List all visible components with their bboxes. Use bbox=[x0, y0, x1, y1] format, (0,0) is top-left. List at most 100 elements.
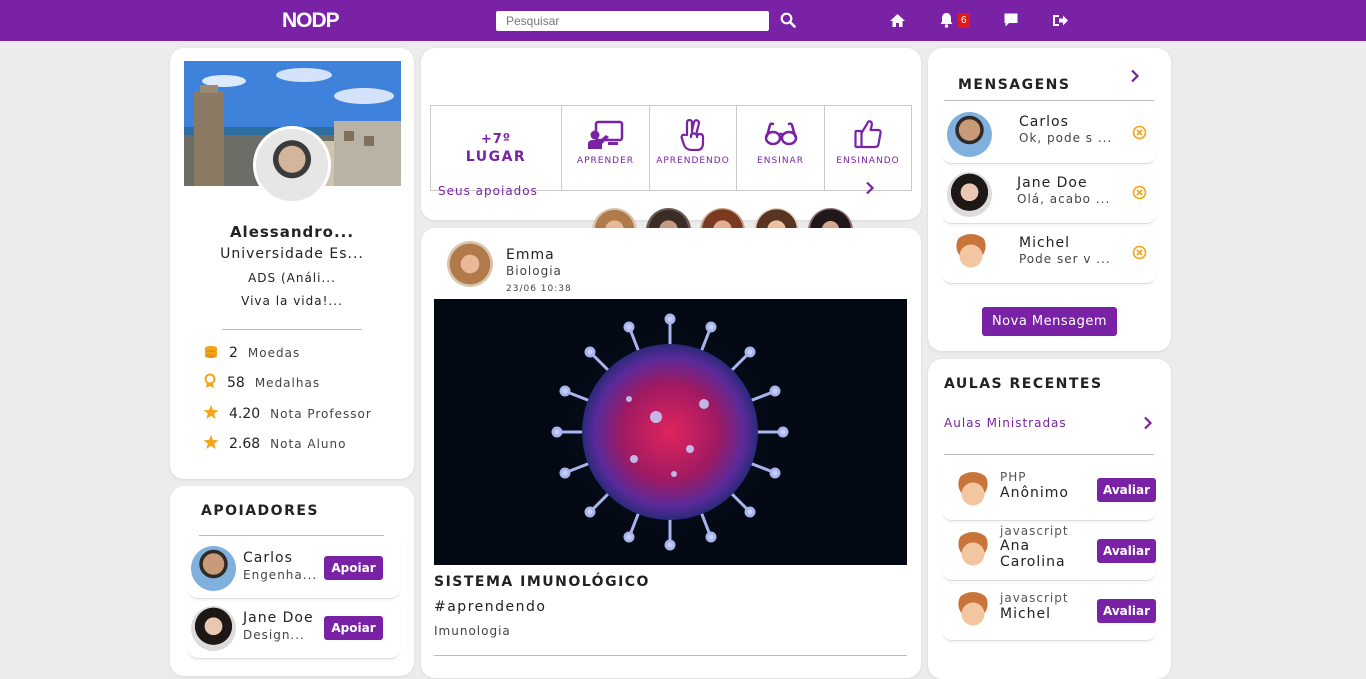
glasses-icon bbox=[764, 122, 798, 150]
message-avatar bbox=[947, 112, 992, 157]
recent-class-student: Anônimo bbox=[1000, 485, 1069, 501]
recent-class-avatar bbox=[953, 592, 993, 632]
recent-class-item[interactable]: PHP Anônimo Avaliar bbox=[942, 461, 1156, 521]
action-ensinando[interactable]: ENSINANDO bbox=[824, 105, 912, 191]
home-icon[interactable] bbox=[888, 11, 906, 29]
recent-class-item[interactable]: javascript Michel Avaliar bbox=[942, 581, 1156, 641]
message-sender: Carlos bbox=[1019, 114, 1069, 130]
evaluate-button[interactable]: Avaliar bbox=[1097, 539, 1156, 563]
recent-class-avatar bbox=[953, 532, 993, 572]
message-preview: Pode ser v ... bbox=[1019, 252, 1111, 266]
messages-card: MENSAGENS Carlos Ok, pode s ... Jane Doe… bbox=[928, 48, 1171, 351]
evaluate-button[interactable]: Avaliar bbox=[1097, 478, 1156, 502]
bell-icon[interactable] bbox=[937, 11, 955, 29]
recent-class-subject: PHP bbox=[1000, 470, 1027, 484]
supporters-title: APOIADORES bbox=[201, 503, 319, 519]
recent-class-subject: javascript bbox=[1000, 591, 1069, 605]
teacher-board-icon bbox=[587, 120, 624, 154]
recent-class-student: Ana Carolina bbox=[1000, 538, 1066, 570]
top-navbar: NODP 6 bbox=[0, 0, 1366, 41]
recent-classes-title: AULAS RECENTES bbox=[944, 376, 1103, 392]
evaluate-button[interactable]: Avaliar bbox=[1097, 599, 1156, 623]
message-avatar bbox=[947, 172, 992, 217]
stat-medals-label: Medalhas bbox=[254, 376, 321, 390]
recent-classes-card: AULAS RECENTES Aulas Ministradas PHP Anô… bbox=[928, 359, 1171, 679]
profile-card: Alessandro... Universidade Es... ADS (An… bbox=[170, 48, 414, 479]
profile-divider bbox=[222, 329, 362, 330]
logo[interactable]: NODP bbox=[282, 9, 340, 33]
support-button[interactable]: Apoiar bbox=[324, 556, 383, 580]
supporter-avatar bbox=[191, 606, 236, 651]
stat-medals: 58 Medalhas bbox=[203, 373, 320, 393]
supporter-item[interactable]: Jane Doe Design... Apoiar bbox=[188, 599, 400, 659]
supported-label: Seus apoiados bbox=[438, 184, 538, 198]
stat-student-rating: 2.68 Nota Aluno bbox=[203, 434, 346, 454]
profile-avatar[interactable] bbox=[253, 126, 331, 204]
medal-icon bbox=[203, 373, 217, 393]
supporter-name: Jane Doe bbox=[243, 610, 314, 626]
stat-coins-value: 2 bbox=[229, 345, 238, 361]
post-author-subject: Biologia bbox=[506, 264, 562, 278]
stat-student-rating-label: Nota Aluno bbox=[270, 437, 347, 451]
profile-university: Universidade Es... bbox=[220, 246, 364, 262]
ranking-label: LUGAR bbox=[465, 148, 527, 165]
search-input[interactable] bbox=[496, 11, 769, 31]
action-aprender[interactable]: APRENDER bbox=[561, 105, 650, 191]
close-circle-icon[interactable] bbox=[1132, 125, 1147, 144]
profile-course: ADS (Análi... bbox=[248, 271, 336, 285]
supporters-divider bbox=[199, 535, 384, 536]
search-icon[interactable] bbox=[779, 11, 797, 29]
ranking-box: +7º LUGAR bbox=[430, 105, 562, 191]
stat-medals-value: 58 bbox=[227, 375, 245, 391]
support-button[interactable]: Apoiar bbox=[324, 616, 383, 640]
stat-teacher-rating: 4.20 Nota Professor bbox=[203, 404, 372, 424]
message-item[interactable]: Michel Pode ser v ... bbox=[942, 224, 1156, 284]
supporter-item[interactable]: Carlos Engenha... Apoiar bbox=[188, 539, 400, 599]
close-circle-icon[interactable] bbox=[1132, 185, 1147, 204]
taught-classes-link[interactable]: Aulas Ministradas bbox=[944, 416, 1067, 430]
recent-class-item[interactable]: javascript Ana Carolina Avaliar bbox=[942, 521, 1156, 581]
action-ensinar-label: ENSINAR bbox=[757, 156, 804, 166]
message-avatar bbox=[951, 234, 991, 274]
post-author-avatar[interactable] bbox=[447, 241, 493, 287]
profile-bio: Viva la vida!... bbox=[241, 294, 343, 308]
messages-title: MENSAGENS bbox=[958, 77, 1071, 93]
action-aprendendo-label: APRENDENDO bbox=[656, 156, 730, 166]
action-aprendendo[interactable]: APRENDENDO bbox=[649, 105, 737, 191]
post-title: SISTEMA IMUNOLÓGICO bbox=[434, 574, 650, 590]
chevron-right-icon[interactable] bbox=[1143, 415, 1153, 434]
message-preview: Olá, acabo ... bbox=[1017, 192, 1111, 206]
profile-name[interactable]: Alessandro... bbox=[170, 223, 414, 241]
supporter-name: Carlos bbox=[243, 550, 293, 566]
hand-peace-icon bbox=[679, 118, 707, 155]
supporter-subtitle: Engenha... bbox=[243, 568, 318, 582]
chat-icon[interactable] bbox=[1002, 11, 1020, 29]
close-circle-icon[interactable] bbox=[1132, 245, 1147, 264]
message-sender: Jane Doe bbox=[1017, 175, 1088, 191]
post-category: Imunologia bbox=[434, 624, 511, 638]
actions-card: +7º LUGAR APRENDER APRENDENDO ENSINAR EN… bbox=[421, 48, 921, 253]
ranking-position: +7º bbox=[480, 131, 512, 147]
star-icon bbox=[203, 404, 219, 424]
post-hashtag[interactable]: #aprendendo bbox=[434, 599, 546, 615]
message-item[interactable]: Jane Doe Olá, acabo ... bbox=[942, 164, 1156, 224]
new-message-button[interactable]: Nova Mensagem bbox=[982, 307, 1117, 336]
post-image[interactable] bbox=[434, 299, 907, 565]
stat-teacher-rating-value: 4.20 bbox=[229, 406, 261, 422]
recent-classes-divider bbox=[944, 454, 1154, 455]
post-date: 23/06 10:38 bbox=[506, 284, 572, 294]
action-ensinar[interactable]: ENSINAR bbox=[736, 105, 825, 191]
action-ensinando-label: ENSINANDO bbox=[836, 156, 900, 166]
post-author-name[interactable]: Emma bbox=[506, 247, 555, 263]
messages-divider bbox=[944, 100, 1154, 101]
supporter-subtitle: Design... bbox=[243, 628, 305, 642]
logout-icon[interactable] bbox=[1051, 11, 1069, 29]
notification-badge: 6 bbox=[958, 13, 970, 28]
thumbs-up-icon bbox=[854, 119, 882, 153]
message-item[interactable]: Carlos Ok, pode s ... bbox=[942, 104, 1156, 164]
chevron-right-icon[interactable] bbox=[1130, 68, 1140, 87]
star-icon bbox=[203, 434, 219, 454]
chevron-right-icon[interactable] bbox=[865, 180, 875, 199]
message-preview: Ok, pode s ... bbox=[1019, 131, 1113, 145]
supporter-avatar bbox=[191, 546, 236, 591]
